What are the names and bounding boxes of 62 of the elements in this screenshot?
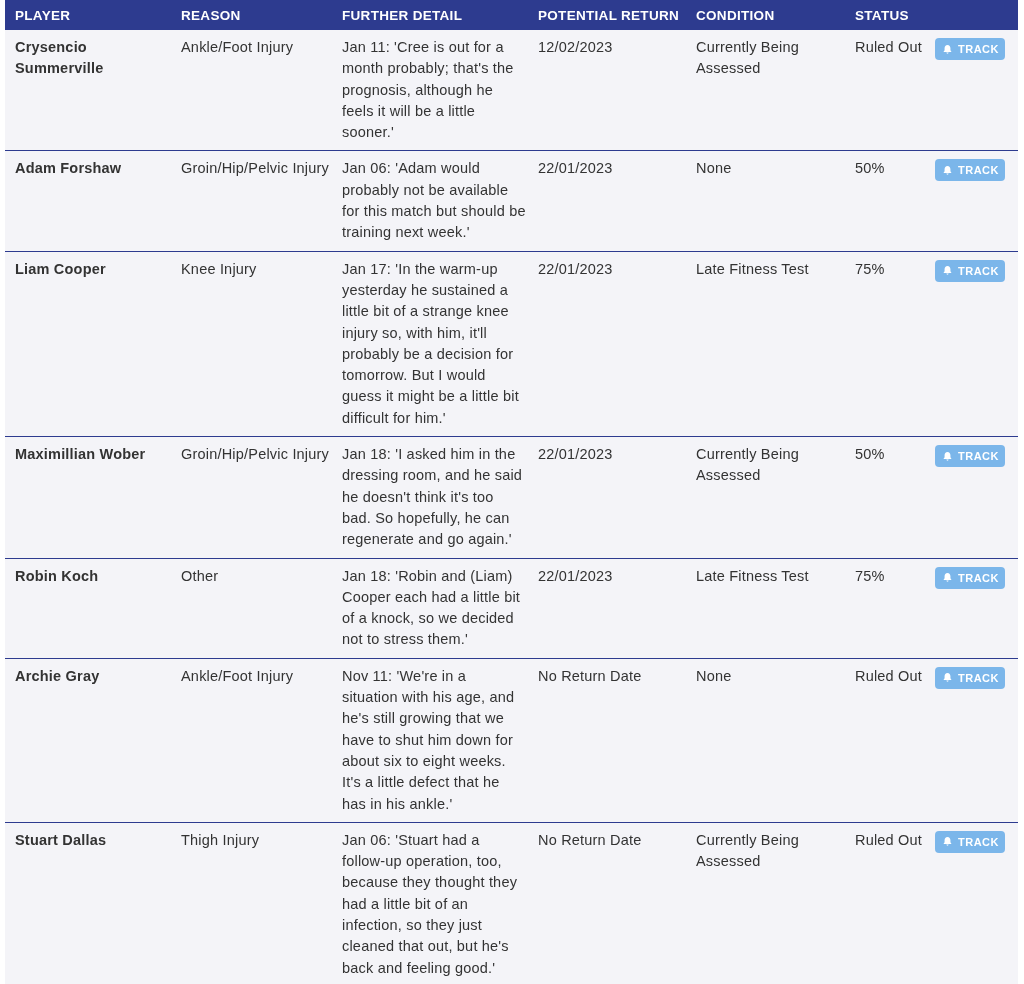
player-name: Crysencio Summerville [15, 38, 105, 79]
table-cell-text: Ruled Out [855, 38, 924, 57]
track-button[interactable]: TRACK [935, 159, 1005, 182]
table-cell-text: Other [181, 566, 220, 586]
table-cell-text: 22/01/2023 [538, 445, 614, 465]
column-header: CONDITION [696, 7, 776, 23]
table-cell-text: 22/01/2023 [538, 259, 614, 279]
table-cell-text: 22/01/2023 [538, 566, 614, 586]
table-cell-text: Ruled Out [855, 666, 924, 686]
player-name: Adam Forshaw [15, 159, 123, 179]
track-button[interactable]: TRACK [935, 259, 1005, 282]
table-cell-text: Jan 11: 'Cree is out for a month probably; that's the prognosis, although he feels it will be a little sooner.' [342, 38, 515, 143]
bell-icon [942, 572, 953, 584]
table-cell-text: Ankle/Foot Injury [181, 38, 295, 57]
column-header: PLAYER [15, 7, 72, 23]
column-header: STATUS [855, 7, 910, 23]
table-cell-text: Jan 17: 'In the warm-up yesterday he sustained a little bit of a strange knee injury so, with him, it'll probably be a decision for tomorrow. But I would guess it might be a little bit difficult for him.' [342, 259, 520, 428]
player-name: Liam Cooper [15, 259, 107, 279]
bell-icon [942, 43, 953, 55]
table-cell-text: Jan 06: 'Stuart had a follow-up operation, too, because they thought they had a little bit of an infection, so they just cleaned that out, but he's back and feeling good.' [342, 830, 519, 978]
table-cell-text: Currently Being Assessed [696, 830, 800, 872]
table-cell-text: None [696, 666, 733, 686]
track-button[interactable]: TRACK [935, 666, 1005, 689]
player-name: Archie Gray [15, 666, 101, 686]
player-name: Maximillian Wober [15, 445, 147, 465]
table-cell-text: Jan 06: 'Adam would probably not be available for this match but should be training next week.' [342, 159, 527, 243]
table-cell-text: Ankle/Foot Injury [181, 666, 295, 686]
bell-icon [942, 265, 953, 277]
table-cell-text: 22/01/2023 [538, 159, 614, 179]
table-cell-text: 75% [855, 259, 886, 279]
table-cell-text: Groin/Hip/Pelvic Injury [181, 445, 331, 465]
table-cell-text: Late Fitness Test [696, 566, 810, 586]
table-cell-text: 75% [855, 566, 886, 586]
table-cell-text: Currently Being Assessed [696, 38, 800, 79]
column-header: FURTHER DETAIL [342, 7, 464, 23]
track-button[interactable]: TRACK [935, 566, 1005, 589]
table-cell-text: Thigh Injury [181, 830, 261, 850]
player-name: Robin Koch [15, 566, 100, 586]
table-cell-text: Jan 18: 'Robin and (Liam) Cooper each had a little bit of a knock, so we decided not to stress them.' [342, 566, 522, 650]
track-button[interactable]: TRACK [935, 38, 1005, 60]
table-cell-text: Late Fitness Test [696, 259, 810, 279]
table-cell-text: Groin/Hip/Pelvic Injury [181, 159, 331, 179]
player-name: Stuart Dallas [15, 830, 108, 850]
bell-icon [942, 836, 953, 848]
bell-icon [942, 672, 953, 684]
table-cell-text: Ruled Out [855, 830, 924, 850]
column-header: REASON [181, 7, 242, 23]
table-cell-text: Knee Injury [181, 259, 258, 279]
table-cell-text: No Return Date [538, 830, 643, 850]
table-cell-text: 12/02/2023 [538, 38, 614, 57]
table-cell-text: Nov 11: 'We're in a situation with his age, and he's still growing that we have to shut him down for about six to eight weeks. It's a little defect that he has in his ankle.' [342, 666, 516, 814]
table-cell-text: 50% [855, 159, 886, 179]
table-cell-text: 50% [855, 445, 886, 465]
track-button[interactable]: TRACK [935, 445, 1005, 468]
table-cell-text: No Return Date [538, 666, 643, 686]
track-button[interactable]: TRACK [935, 830, 1005, 853]
bell-icon [942, 450, 953, 462]
table-cell-text: None [696, 159, 733, 179]
column-header: POTENTIAL RETURN [538, 7, 681, 23]
table-cell-text: Jan 18: 'I asked him in the dressing room, and he said he doesn't think it's too bad. So hopefully, he can regenerate and go again.' [342, 445, 524, 550]
bell-icon [942, 165, 953, 176]
table-cell-text: Currently Being Assessed [696, 445, 800, 486]
